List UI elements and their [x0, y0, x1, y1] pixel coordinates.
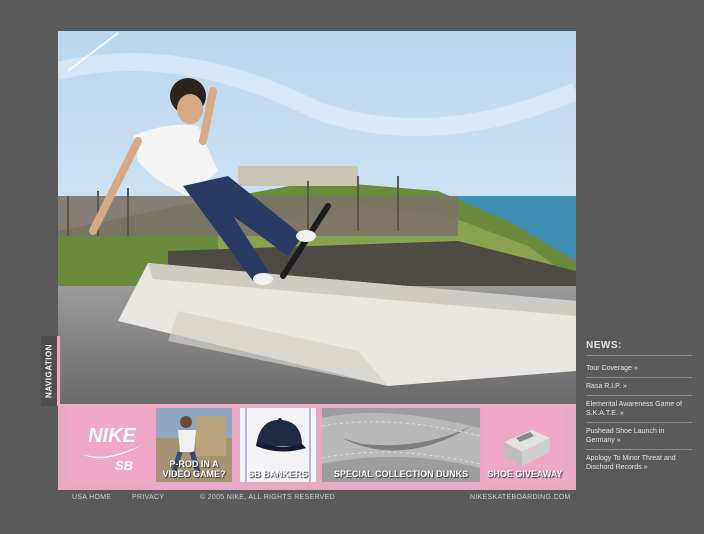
footer: USA HOME PRIVACY © 2005 NIKE, ALL RIGHTS…	[58, 490, 576, 506]
news-panel: NEWS: Tour Coverage » Rasa R.I.P. » Elem…	[586, 340, 692, 476]
news-item[interactable]: Tour Coverage »	[586, 360, 692, 378]
news-item[interactable]: Rasa R.I.P. »	[586, 378, 692, 396]
skater-photo	[58, 31, 576, 404]
svg-text:SB: SB	[115, 458, 133, 473]
nike-sb-logo: NIKE SB	[82, 425, 144, 473]
sb-bankers-tile[interactable]: SB BANKERS	[240, 408, 316, 482]
shoe-giveaway-tile[interactable]: SHOE GIVEAWAY	[486, 408, 564, 482]
news-item[interactable]: Elemental Awareness Game of S.K.A.T.E. »	[586, 396, 692, 423]
navigation-tab[interactable]: NAVIGATION	[41, 336, 60, 406]
news-item[interactable]: Pushead Shoe Launch in Germany »	[586, 423, 692, 450]
usa-home-link[interactable]: USA HOME	[72, 494, 111, 501]
special-collection-dunks-caption: SPECIAL COLLECTION DUNKS	[333, 469, 469, 479]
video-game-tile[interactable]: P-ROD IN A VIDEO GAME?	[156, 408, 232, 482]
svg-text:NIKE: NIKE	[88, 425, 136, 447]
copyright-text: © 2005 NIKE, ALL RIGHTS RESERVED	[200, 494, 335, 501]
video-game-caption: P-ROD IN A VIDEO GAME?	[162, 459, 226, 479]
nike-sb-logo-tile[interactable]: NIKE SB	[70, 408, 154, 482]
privacy-link[interactable]: PRIVACY	[132, 494, 164, 501]
news-title: NEWS:	[586, 340, 692, 356]
sb-bankers-caption: SB BANKERS	[248, 469, 308, 479]
shoe-giveaway-caption: SHOE GIVEAWAY	[487, 469, 563, 479]
site-link[interactable]: NIKESKATEBOARDING.COM	[470, 494, 571, 501]
navigation-label: NAVIGATION	[44, 343, 54, 399]
hero-photo	[58, 31, 576, 404]
promo-bar: NIKE SB P-ROD IN A VIDEO GAME? SB BANKER…	[58, 404, 576, 490]
special-collection-dunks-tile[interactable]: SPECIAL COLLECTION DUNKS	[322, 408, 480, 482]
news-item[interactable]: Apology To Minor Threat and Dischord Rec…	[586, 450, 692, 476]
